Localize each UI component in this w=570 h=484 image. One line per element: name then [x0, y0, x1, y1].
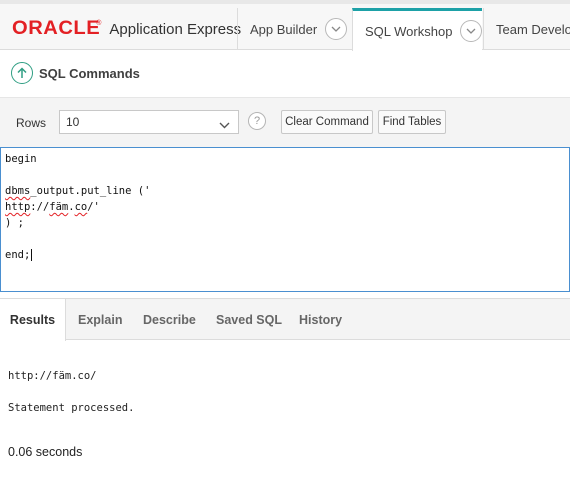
spellcheck-word: http: [5, 201, 31, 213]
status-message: Statement processed.: [8, 402, 135, 414]
find-tables-button[interactable]: Find Tables: [378, 110, 446, 134]
code-fragment: _output.put_line (': [30, 185, 151, 197]
app-header: ORACLE ® Application Express App Builder…: [0, 4, 570, 51]
tab-team-development-label: Team Develop: [496, 21, 570, 37]
oracle-wordmark: ORACLE: [12, 18, 101, 39]
code-fragment: end;: [5, 249, 31, 261]
rows-select-value: 10: [66, 115, 80, 129]
spellcheck-word: fäm: [49, 201, 69, 213]
page-title-text: SQL Commands: [39, 65, 140, 81]
chevron-down-icon: [219, 118, 230, 132]
rows-select[interactable]: 10: [59, 110, 239, 134]
tab-app-builder[interactable]: App Builder: [237, 8, 351, 50]
product-name: Application Express: [109, 20, 242, 38]
text-caret: [31, 249, 33, 261]
code-fragment: /': [87, 201, 100, 213]
spellcheck-word: dbms: [5, 185, 31, 197]
page-title: SQL Commands: [11, 62, 140, 84]
code-line: http://fäm.co/': [5, 201, 100, 213]
tab-sql-workshop[interactable]: SQL Workshop: [352, 8, 482, 51]
chevron-down-icon[interactable]: [325, 18, 348, 40]
tab-results[interactable]: Results: [0, 299, 66, 341]
registered-mark: ®: [96, 19, 102, 27]
tab-sql-workshop-label: SQL Workshop: [365, 23, 453, 39]
command-toolbar: Rows 10 ? Clear Command Find Tables: [0, 97, 570, 147]
code-fragment: ://: [30, 201, 50, 213]
spellcheck-word: co: [74, 201, 88, 213]
code-line: dbms_output.put_line (': [5, 185, 150, 197]
output-line: http://fäm.co/: [8, 370, 97, 382]
results-tab-bar: Results Explain Describe Saved SQL Histo…: [0, 298, 570, 341]
tab-team-development[interactable]: Team Develop: [483, 8, 570, 50]
clear-command-button[interactable]: Clear Command: [281, 110, 373, 134]
tab-explain[interactable]: Explain: [78, 299, 122, 341]
chevron-down-icon[interactable]: [460, 20, 482, 42]
tab-history[interactable]: History: [299, 299, 342, 341]
code-line: end;: [5, 249, 33, 261]
tab-app-builder-label: App Builder: [250, 21, 318, 37]
oracle-apex-logo[interactable]: ORACLE ® Application Express: [12, 18, 241, 40]
sql-editor[interactable]: begin dbms_output.put_line (' http://fäm…: [0, 147, 570, 292]
help-icon[interactable]: ?: [248, 112, 266, 130]
tab-describe[interactable]: Describe: [143, 299, 196, 341]
circle-up-arrow-icon: [11, 62, 33, 84]
rows-label: Rows: [16, 116, 47, 130]
code-line: begin: [5, 153, 37, 165]
tab-saved-sql[interactable]: Saved SQL: [216, 299, 282, 341]
execution-time: 0.06 seconds: [8, 445, 83, 459]
code-line: ) ;: [5, 217, 24, 229]
